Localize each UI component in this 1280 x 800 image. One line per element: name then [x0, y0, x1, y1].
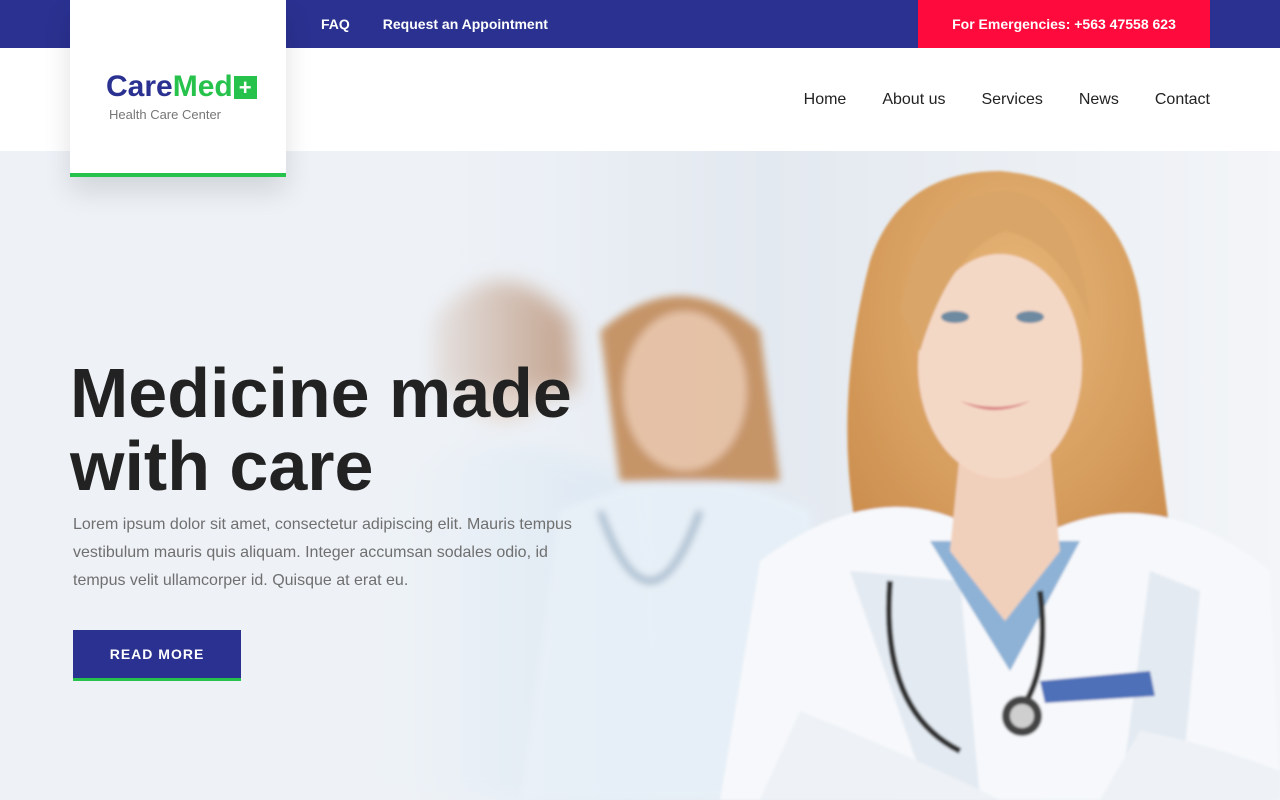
plus-icon: + [233, 76, 257, 99]
nav-about[interactable]: About us [882, 91, 945, 109]
main-nav: Home About us Services News Contact [768, 48, 1210, 151]
hero-description: Lorem ipsum dolor sit amet, consectetur … [73, 516, 572, 589]
top-links: FAQ Request an Appointment [321, 0, 581, 48]
logo-name: CareMed + [106, 72, 257, 102]
hero-title: Medicine made with care [70, 354, 572, 505]
appointment-link[interactable]: Request an Appointment [383, 16, 548, 32]
nav-home[interactable]: Home [804, 91, 847, 109]
hero-section: Medicine made with care Lorem ipsum dolo… [0, 151, 1280, 800]
nav-news[interactable]: News [1079, 91, 1119, 109]
logo-name-med: Med [172, 70, 233, 103]
logo-name-care: Care [106, 70, 173, 103]
faq-link[interactable]: FAQ [321, 16, 350, 32]
logo-tagline: Health Care Center [109, 107, 221, 122]
emergency-phone[interactable]: For Emergencies: +563 47558 623 [918, 0, 1210, 48]
nav-services[interactable]: Services [981, 91, 1042, 109]
logo[interactable]: CareMed + Health Care Center [70, 0, 286, 177]
nav-contact[interactable]: Contact [1155, 91, 1210, 109]
read-more-button[interactable]: READ MORE [73, 630, 241, 681]
